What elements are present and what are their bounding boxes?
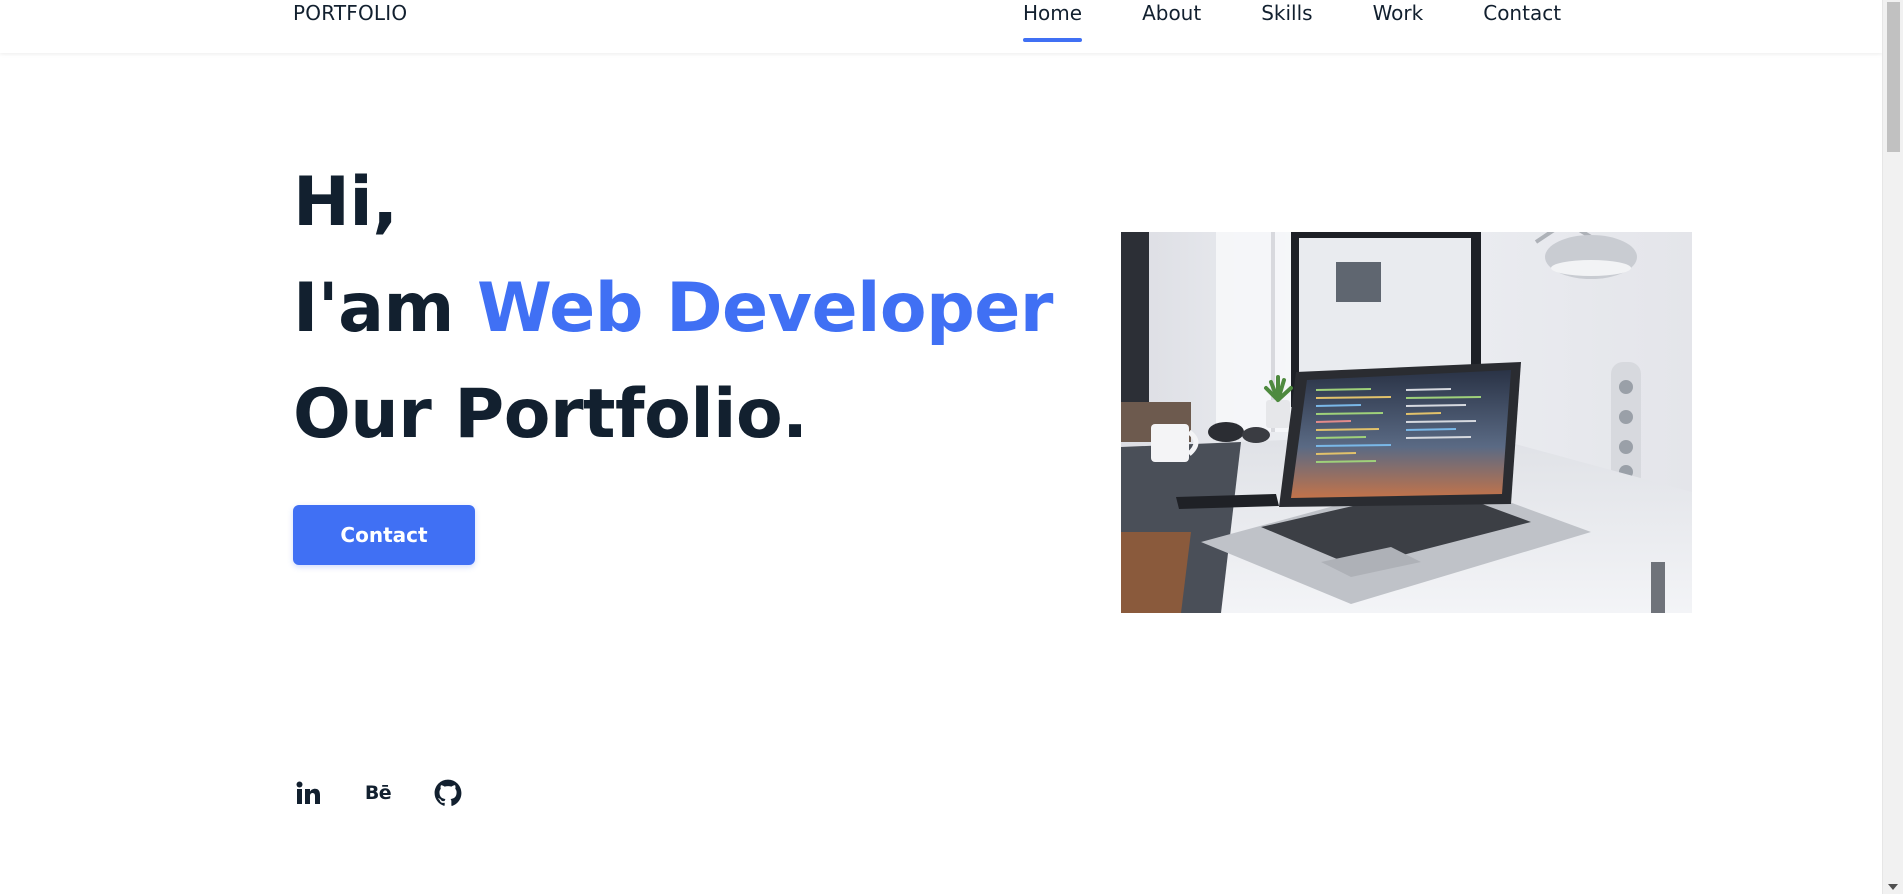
nav-item-home[interactable]: Home [1023,0,1083,42]
hero-image [1121,232,1692,613]
behance-glyph: Bē [364,782,392,804]
hero-role-accent: Web Developer [477,269,1053,348]
nav-item-contact[interactable]: Contact [1483,0,1561,26]
site-header: PORTFOLIO Home About Skills Work Contact [0,0,1882,53]
scroll-down-arrow-icon[interactable] [1888,884,1898,890]
scrollbar-thumb[interactable] [1887,2,1900,152]
linkedin-icon[interactable] [293,778,323,808]
contact-button[interactable]: Contact [293,505,475,565]
nav-item-work[interactable]: Work [1373,0,1424,26]
behance-icon[interactable]: Bē [363,778,393,808]
nav-item-skills[interactable]: Skills [1261,0,1312,26]
hero-greeting: Hi, [293,163,398,242]
hero-title: Hi, I'am Web Developer Our Portfolio. [293,150,1053,468]
nav-item-about[interactable]: About [1142,0,1201,26]
hero-subtitle: Our Portfolio. [293,375,808,454]
site-logo[interactable]: PORTFOLIO [293,0,407,26]
hero-role-line: I'am Web Developer [293,256,1053,362]
main-nav: Home About Skills Work Contact [1023,0,1561,42]
github-icon[interactable] [433,778,463,808]
hero-role-prefix: I'am [293,269,478,348]
social-links: Bē [293,778,463,808]
page-scrollbar[interactable] [1882,0,1903,894]
